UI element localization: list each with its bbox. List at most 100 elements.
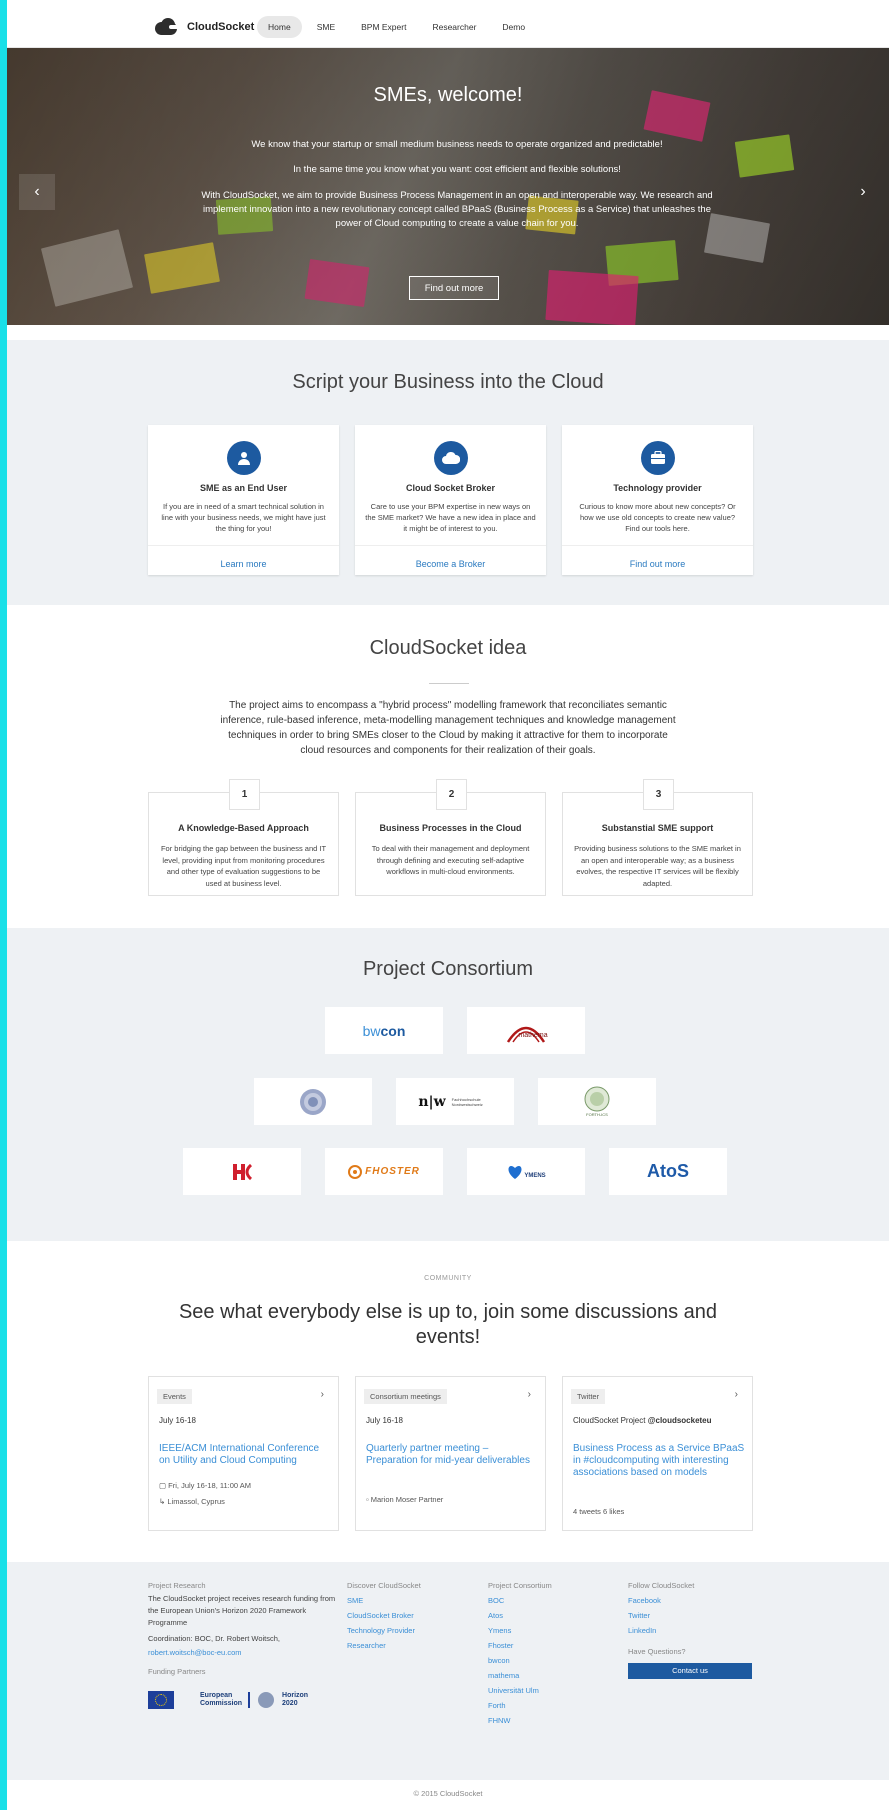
coordinator-email-link[interactable]: robert.woitsch@boc-eu.com <box>148 1645 338 1660</box>
footer-link-researcher[interactable]: Researcher <box>347 1638 467 1653</box>
find-out-more-button[interactable]: Find out more <box>409 276 499 300</box>
consortium-title: Project Consortium <box>362 958 534 980</box>
idea-description: The project aims to encompass a "hybrid … <box>220 700 676 756</box>
community-title: See what everybody else is up to, join s… <box>178 1301 718 1348</box>
contact-us-button[interactable]: Contact us <box>628 1663 752 1679</box>
twitter-account-name: CloudSocket Project <box>573 1416 648 1425</box>
twitter-account: CloudSocket Project @cloudsocketeu <box>573 1416 712 1425</box>
twitter-handle: @cloudsocketeu <box>647 1416 712 1425</box>
footer-heading: Follow CloudSocket <box>628 1581 695 1590</box>
partner-logo-mathema[interactable]: mathema <box>467 1007 585 1054</box>
footer-link-broker[interactable]: CloudSocket Broker <box>347 1608 467 1623</box>
idea-box-3: 3 Substanstial SME support Providing bus… <box>562 779 753 896</box>
step-number: 2 <box>436 779 467 810</box>
page: CloudSocket Home SME BPM Expert Research… <box>0 0 889 1810</box>
footer-link-facebook[interactable]: Facebook <box>628 1593 758 1608</box>
card-cloud-socket-broker: Cloud Socket Broker Care to use your BPM… <box>355 425 546 575</box>
footer-link-sme[interactable]: SME <box>347 1593 467 1608</box>
carousel-next-icon[interactable]: › <box>845 174 881 210</box>
find-out-more-link[interactable]: Find out more <box>562 545 753 581</box>
chevron-right-icon[interactable]: › <box>735 1389 738 1400</box>
partner-logo-fhnw[interactable]: n|w Fachhochschule Nordwestschweiz <box>396 1078 514 1125</box>
card-title: Cloud Socket Broker <box>405 483 496 493</box>
chevron-right-icon[interactable]: › <box>528 1389 531 1400</box>
footer-link-twitter[interactable]: Twitter <box>628 1608 758 1623</box>
feed-date: July 16-18 <box>159 1416 196 1425</box>
script-section-title: Script your Business into the Cloud <box>292 371 604 393</box>
ymens-logo-text: YMENS <box>524 1172 546 1179</box>
calendar-icon: ▢ <box>159 1481 169 1490</box>
card-title: Technology provider <box>613 483 702 493</box>
eu-flag-icon <box>148 1691 174 1709</box>
ulm-seal-icon <box>300 1088 326 1115</box>
footer-link-tech-provider[interactable]: Technology Provider <box>347 1623 467 1638</box>
box-title: A Knowledge-Based Approach <box>178 823 309 833</box>
questions-heading: Have Questions? <box>628 1647 686 1656</box>
feed-meta-location: ↳ Limassol, Cyprus <box>159 1497 225 1506</box>
briefcase-icon <box>641 441 675 475</box>
hero-paragraph-2: In the same time you know what you want:… <box>293 164 621 175</box>
top-navigation: CloudSocket Home SME BPM Expert Research… <box>7 6 889 48</box>
feed-link[interactable]: IEEE/ACM International Conference on Uti… <box>159 1443 331 1467</box>
fhnw-logo-text: n|w <box>418 1093 446 1110</box>
hero-paragraph-3: With CloudSocket, we aim to provide Busi… <box>201 190 713 229</box>
author-name: Marion Moser Partner <box>370 1495 444 1504</box>
ec-logo-line-2: Commission <box>200 1700 243 1707</box>
footer-link-atos[interactable]: Atos <box>488 1608 608 1623</box>
chevron-right-icon[interactable]: › <box>321 1389 324 1400</box>
mathema-logo-text: mathema <box>518 1032 548 1039</box>
partner-logo-atos[interactable]: AtoS <box>609 1148 727 1195</box>
footer-link-fhnw[interactable]: FHNW <box>488 1713 608 1728</box>
partner-logo-ymens[interactable]: YMENS <box>467 1148 585 1195</box>
card-title: SME as an End User <box>199 483 288 493</box>
footer-link-bwcon[interactable]: bwcon <box>488 1653 608 1668</box>
nav-item-sme[interactable]: SME <box>306 16 346 38</box>
footer-link-boc[interactable]: BOC <box>488 1593 608 1608</box>
nav-item-researcher[interactable]: Researcher <box>421 16 487 38</box>
fhoster-icon <box>348 1164 363 1179</box>
partner-logo-fhoster[interactable]: FHOSTER <box>325 1148 443 1195</box>
footer-heading: Project Consortium <box>488 1581 552 1590</box>
footer-link-ymens[interactable]: Ymens <box>488 1623 608 1638</box>
footer-heading: Project Research <box>148 1581 206 1590</box>
feed-twitter: Twitter › CloudSocket Project @cloudsock… <box>562 1376 753 1531</box>
feed-link[interactable]: Business Process as a Service BPaaS in #… <box>573 1443 745 1479</box>
funding-logos: European Commission Horizon 2020 <box>148 1691 338 1709</box>
horizon-2020-icon <box>258 1692 275 1708</box>
learn-more-link[interactable]: Learn more <box>148 545 339 581</box>
funding-text: The CloudSocket project receives researc… <box>148 1594 336 1627</box>
ec-logo-line-1: European <box>200 1692 233 1699</box>
feed-link[interactable]: Quarterly partner meeting – Preparation … <box>366 1443 538 1467</box>
partner-logo-boc[interactable] <box>183 1148 301 1195</box>
brand-logo[interactable]: CloudSocket <box>155 17 254 37</box>
idea-box-1: 1 A Knowledge-Based Approach For bridgin… <box>148 779 339 896</box>
forth-seal-icon <box>584 1086 610 1112</box>
nav-item-demo[interactable]: Demo <box>491 16 536 38</box>
box-text: For bridging the gap between the busines… <box>160 844 327 888</box>
become-a-broker-link[interactable]: Become a Broker <box>355 545 546 581</box>
cloud-logo-icon <box>155 18 181 36</box>
feed-meta-time: ▢ Fri, July 16-18, 11:00 AM <box>159 1481 251 1490</box>
footer-link-forth[interactable]: Forth <box>488 1698 608 1713</box>
feed-events: Events › July 16-18 IEEE/ACM Internation… <box>148 1376 339 1531</box>
title-divider <box>429 683 469 684</box>
funding-partners-heading: Funding Partners <box>148 1667 206 1676</box>
partner-logo-ulm[interactable] <box>254 1078 372 1125</box>
carousel-prev-icon[interactable]: ‹ <box>19 174 55 210</box>
footer-link-ulm[interactable]: Universität Ulm <box>488 1683 608 1698</box>
box-title: Substanstial SME support <box>601 823 714 833</box>
nav-item-home[interactable]: Home <box>257 16 302 38</box>
footer-col-consortium: Project Consortium BOC Atos Ymens Fhoste… <box>488 1578 608 1728</box>
event-location: Limassol, Cyprus <box>167 1497 225 1506</box>
nav-item-bpm-expert[interactable]: BPM Expert <box>350 16 417 38</box>
footer-col-follow: Follow CloudSocket Facebook Twitter Link… <box>628 1578 758 1679</box>
partner-logo-bwcon[interactable]: bw con <box>325 1007 443 1054</box>
partner-logo-forth[interactable]: FORTH-ICS <box>538 1078 656 1125</box>
footer-link-fhoster[interactable]: Fhoster <box>488 1638 608 1653</box>
ymens-icon <box>508 1165 522 1179</box>
nav-links: Home SME BPM Expert Researcher Demo <box>257 16 536 38</box>
footer-link-mathema[interactable]: mathema <box>488 1668 608 1683</box>
horizon-logo-line-1: Horizon <box>282 1692 309 1699</box>
footer-link-linkedin[interactable]: LinkedIn <box>628 1623 758 1638</box>
brand-name: CloudSocket <box>187 21 255 33</box>
